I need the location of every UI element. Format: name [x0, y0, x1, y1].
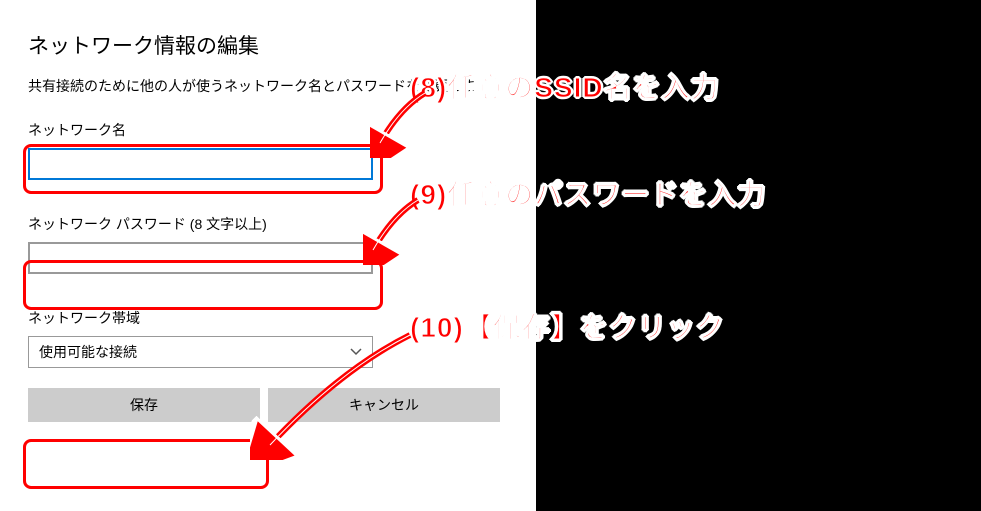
network-name-label: ネットワーク名: [28, 120, 508, 140]
dialog-buttons: 保存 キャンセル: [28, 388, 508, 422]
band-selected-value: 使用可能な接続: [39, 342, 137, 362]
chevron-down-icon: [350, 346, 362, 358]
network-password-input[interactable]: [28, 242, 373, 274]
network-name-input[interactable]: [28, 148, 373, 180]
dialog-subtitle: 共有接続のために他の人が使うネットワーク名とパスワードを変更します。: [28, 76, 508, 96]
network-band-select[interactable]: 使用可能な接続: [28, 336, 373, 368]
save-button[interactable]: 保存: [28, 388, 260, 422]
network-password-group: ネットワーク パスワード (8 文字以上): [28, 214, 508, 274]
network-band-label: ネットワーク帯域: [28, 308, 508, 328]
dialog-title: ネットワーク情報の編集: [28, 30, 508, 60]
network-band-group: ネットワーク帯域 使用可能な接続: [28, 308, 508, 368]
cancel-button[interactable]: キャンセル: [268, 388, 500, 422]
network-password-label: ネットワーク パスワード (8 文字以上): [28, 214, 508, 234]
edit-network-dialog: ネットワーク情報の編集 共有接続のために他の人が使うネットワーク名とパスワードを…: [0, 0, 536, 511]
network-name-group: ネットワーク名: [28, 120, 508, 180]
